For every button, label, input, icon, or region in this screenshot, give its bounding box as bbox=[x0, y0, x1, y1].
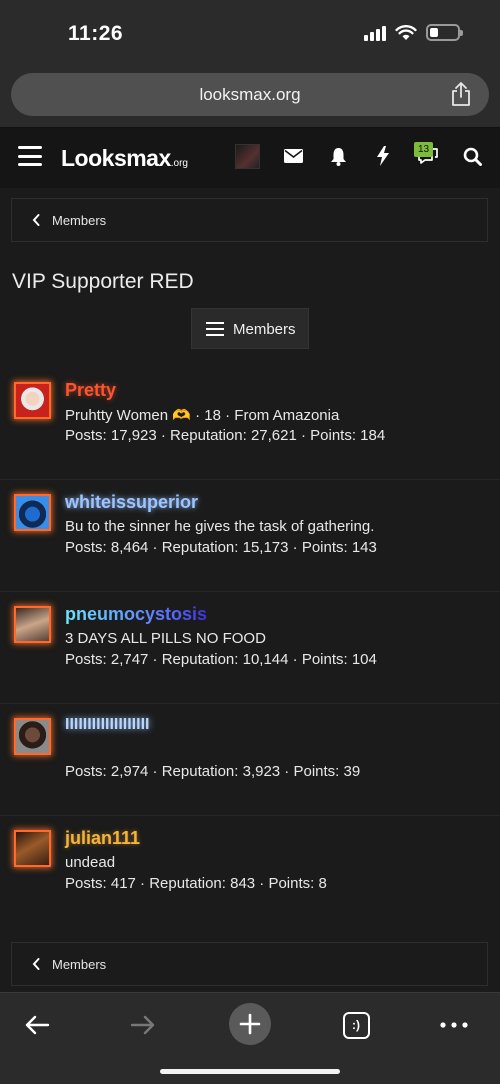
home-indicator bbox=[160, 1069, 340, 1074]
menu-icon bbox=[206, 322, 224, 336]
member-stats: Posts: 2,747 · Reputation: 10,144 · Poin… bbox=[65, 651, 377, 668]
url-text: looksmax.org bbox=[199, 85, 301, 104]
member-username[interactable]: pneumocystosis bbox=[65, 604, 207, 625]
plus-icon[interactable] bbox=[229, 1003, 271, 1045]
member-row: whiteissuperior Bu to the sinner he give… bbox=[0, 480, 500, 592]
member-stats: Posts: 417 · Reputation: 843 · Points: 8 bbox=[65, 875, 327, 892]
share-icon[interactable] bbox=[449, 81, 473, 107]
search-icon[interactable] bbox=[460, 144, 484, 168]
chevron-left-icon bbox=[32, 214, 40, 226]
member-stats: Posts: 8,464 · Reputation: 15,173 · Poin… bbox=[65, 539, 377, 556]
site-header: Looksmax.org bbox=[0, 128, 500, 188]
member-custom-title: undead bbox=[65, 854, 116, 871]
hamburger-icon[interactable] bbox=[18, 146, 42, 166]
avatar[interactable] bbox=[14, 382, 51, 419]
status-bar: 11:26 bbox=[0, 0, 500, 66]
breadcrumb-label: Members bbox=[52, 957, 107, 972]
lightning-icon[interactable] bbox=[371, 144, 395, 168]
member-username[interactable]: julian111 bbox=[65, 828, 140, 849]
members-button-label: Members bbox=[233, 321, 296, 338]
browser-toolbar: :) bbox=[0, 992, 500, 1084]
address-bar[interactable]: looksmax.org bbox=[11, 73, 489, 116]
battery-icon bbox=[426, 24, 463, 41]
site-logo[interactable]: Looksmax.org bbox=[61, 145, 188, 172]
tabs-button[interactable]: :) bbox=[334, 1003, 378, 1047]
avatar[interactable] bbox=[14, 606, 51, 643]
bell-icon[interactable] bbox=[326, 144, 350, 168]
members-menu-button[interactable]: Members bbox=[191, 308, 309, 349]
member-row: julian111 undead Posts: 417 · Reputation… bbox=[0, 816, 500, 928]
breadcrumb-label: Members bbox=[52, 213, 107, 228]
more-icon[interactable] bbox=[432, 1003, 476, 1047]
member-username[interactable]: whiteissuperior bbox=[65, 492, 198, 513]
member-row: Pretty Pruhtty Women 🫶 · 18 · From Amazo… bbox=[0, 368, 500, 480]
member-row: pneumocystosis 3 DAYS ALL PILLS NO FOOD … bbox=[0, 592, 500, 704]
member-row: IIIIIIIIIIIIIIIIIII Posts: 2,974 · Reput… bbox=[0, 704, 500, 816]
member-username[interactable]: Pretty bbox=[65, 380, 116, 401]
page-title: VIP Supporter RED bbox=[12, 270, 194, 293]
cellular-signal-icon bbox=[364, 25, 386, 41]
mail-icon[interactable] bbox=[281, 144, 305, 168]
member-stats: Posts: 17,923 · Reputation: 27,621 · Poi… bbox=[65, 427, 386, 444]
member-custom-title: Bu to the sinner he gives the task of ga… bbox=[65, 518, 375, 535]
conversations-badge: 13 bbox=[414, 142, 433, 157]
breadcrumb-bottom[interactable]: Members bbox=[11, 942, 488, 986]
user-avatar[interactable] bbox=[235, 144, 260, 169]
breadcrumb-top[interactable]: Members bbox=[11, 198, 488, 242]
chevron-left-icon bbox=[32, 958, 40, 970]
wifi-icon bbox=[395, 24, 417, 40]
avatar[interactable] bbox=[14, 830, 51, 867]
avatar[interactable] bbox=[14, 718, 51, 755]
forward-arrow-icon[interactable] bbox=[121, 1003, 165, 1047]
member-stats: Posts: 2,974 · Reputation: 3,923 · Point… bbox=[65, 763, 361, 780]
member-custom-title: 3 DAYS ALL PILLS NO FOOD bbox=[65, 630, 266, 647]
tabs-icon: :) bbox=[342, 1011, 370, 1039]
avatar[interactable] bbox=[14, 494, 51, 531]
member-username[interactable]: IIIIIIIIIIIIIIIIIII bbox=[65, 716, 149, 734]
member-custom-title: Pruhtty Women 🫶 · 18 · From Amazonia bbox=[65, 407, 340, 424]
back-arrow-icon[interactable] bbox=[15, 1003, 59, 1047]
clock: 11:26 bbox=[68, 22, 124, 45]
